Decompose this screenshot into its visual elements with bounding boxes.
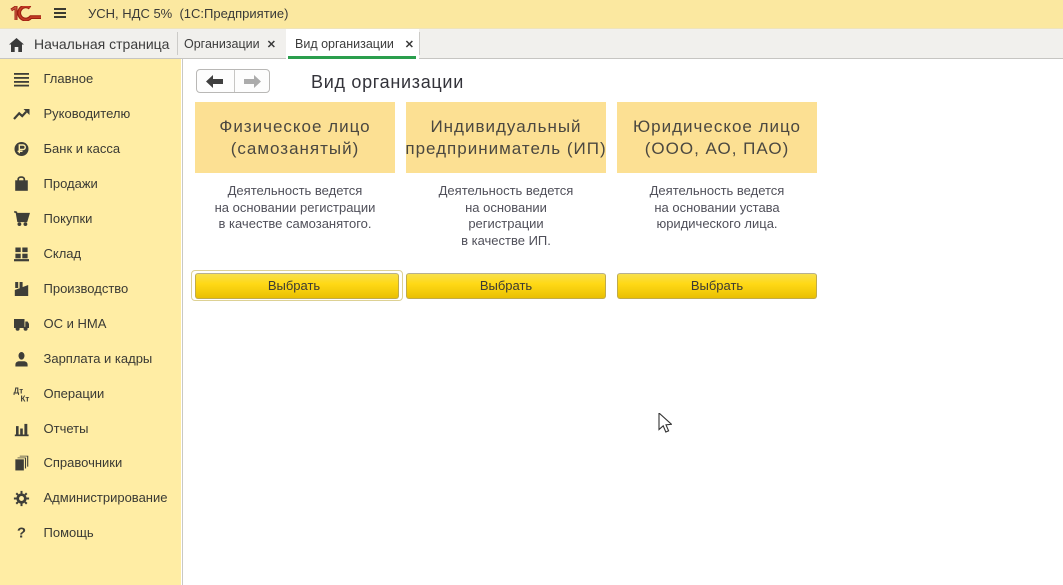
svg-text:Кт: Кт [21, 395, 30, 403]
